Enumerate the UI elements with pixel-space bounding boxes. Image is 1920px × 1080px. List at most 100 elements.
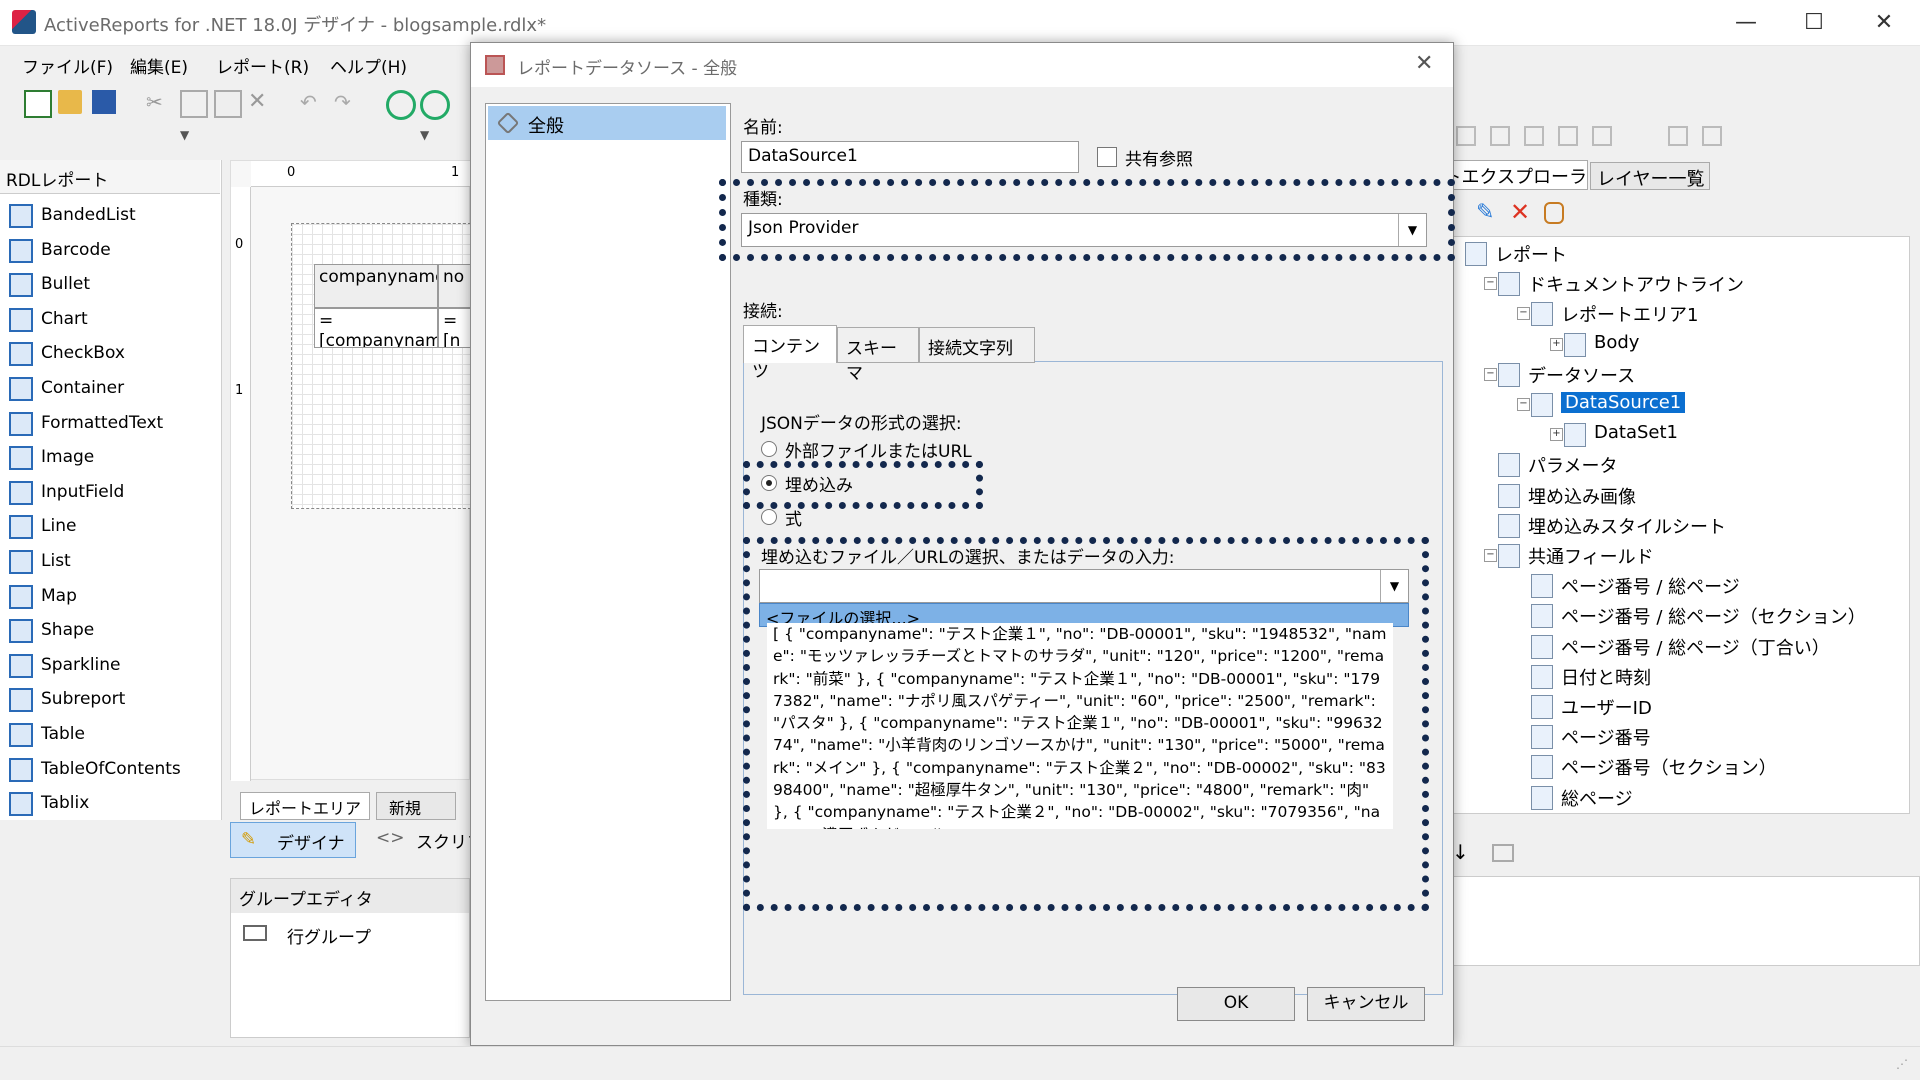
collapse-icon[interactable]: − (1517, 307, 1530, 321)
properties-icon[interactable] (1492, 844, 1514, 862)
toolbox-header: RDLレポート (0, 160, 220, 194)
toolbox-item-bandedlist[interactable]: BandedList (0, 198, 220, 232)
align-icon[interactable] (1456, 126, 1476, 146)
copy-icon[interactable] (180, 90, 208, 118)
menu-edit[interactable]: 編集(E) (130, 53, 188, 78)
undo-icon[interactable]: ↶ (300, 90, 324, 114)
toolbox-item-label: Barcode (41, 239, 111, 260)
tab-new-section[interactable]: 新規 (376, 792, 456, 820)
json-data-textarea[interactable]: [ { "companyname": "テスト企業１", "no": "DB-0… (767, 623, 1393, 829)
toolbox-item-image[interactable]: Image (0, 440, 220, 474)
tab-report-explorer[interactable]: レポートエクスプローラ (1452, 160, 1588, 190)
delete-icon[interactable]: ✕ (1510, 198, 1530, 226)
align-icon[interactable] (1490, 126, 1510, 146)
paste-icon[interactable] (214, 90, 242, 118)
toolbox-item-label: Subreport (41, 689, 126, 710)
close-window-button[interactable]: ✕ (1864, 8, 1904, 38)
toolbox-item-bullet[interactable]: Bullet (0, 267, 220, 301)
edit-icon[interactable]: ✎ (1476, 200, 1494, 225)
toolbox-item-subreport[interactable]: Subreport (0, 682, 220, 716)
toolbox-item-barcode[interactable]: Barcode (0, 233, 220, 267)
expand-icon[interactable]: + (1550, 337, 1563, 351)
report-body[interactable]: companyname no =[companyname] =[n (291, 223, 478, 509)
toolbox-item-sparkline[interactable]: Sparkline (0, 648, 220, 682)
toolbox-item-tablix[interactable]: Tablix (0, 786, 220, 820)
dialog-title-bar: レポートデータソース - 全般 ✕ (471, 43, 1453, 87)
toolbox-item-tableofcontents[interactable]: TableOfContents (0, 752, 220, 786)
zoom-out-icon[interactable] (420, 90, 450, 120)
menu-help[interactable]: ヘルプ(H) (330, 53, 407, 78)
name-field[interactable]: DataSource1 (741, 141, 1079, 173)
collapse-icon[interactable]: − (1484, 277, 1497, 291)
ok-button[interactable]: OK (1177, 987, 1295, 1021)
new-icon[interactable] (24, 90, 52, 118)
tree-node-icon (1531, 393, 1553, 417)
tab-designer[interactable]: ✎ デザイナ (230, 822, 356, 858)
collapse-icon[interactable]: − (1484, 367, 1497, 381)
toolbox-item-line[interactable]: Line (0, 509, 220, 543)
delete-icon[interactable]: ✕ (248, 90, 272, 114)
tree-node-label: Body (1594, 331, 1640, 353)
size-dropdown-chevron-icon[interactable]: ▼ (420, 128, 429, 142)
type-dropdown[interactable]: Json Provider ▼ (741, 213, 1427, 247)
row-group-label[interactable]: 行グループ (287, 923, 371, 948)
font-dropdown-chevron-icon[interactable]: ▼ (180, 128, 189, 142)
align-icon[interactable] (1524, 126, 1544, 146)
tab-layer-list[interactable]: レイヤー一覧 (1590, 162, 1710, 190)
tab-script[interactable]: スクリプト (416, 828, 470, 853)
collapse-icon[interactable]: − (1484, 549, 1497, 562)
cancel-button[interactable]: キャンセル (1307, 987, 1425, 1021)
cut-icon[interactable]: ✂ (146, 90, 170, 114)
toolbox-item-table[interactable]: Table (0, 717, 220, 751)
redo-icon[interactable]: ↷ (334, 90, 358, 114)
toolbox-item-shape[interactable]: Shape (0, 613, 220, 647)
maximize-button[interactable]: ☐ (1794, 8, 1834, 38)
sort-icon[interactable]: ↓ (1452, 840, 1469, 864)
toolbox-item-label: List (41, 551, 71, 571)
name-label: 名前: (743, 118, 783, 138)
toolbox-item-checkbox[interactable]: CheckBox (0, 336, 220, 370)
menu-file[interactable]: ファイル(F) (22, 53, 113, 78)
dialog-nav-list: 全般 (485, 103, 731, 1001)
tab-contents[interactable]: コンテンツ (743, 325, 837, 382)
file-url-combobox[interactable]: ▼ (759, 569, 1409, 603)
zoom-in-icon[interactable] (386, 90, 416, 120)
radio-external-file[interactable] (761, 441, 777, 457)
toolbox-item-container[interactable]: Container (0, 371, 220, 405)
table-detail-cell[interactable]: =[companyname] (314, 308, 438, 348)
designer-surface[interactable]: 0 1 0 1 companyname no =[companyname] =[… (230, 160, 478, 781)
radio-embedded[interactable] (761, 475, 777, 491)
align-icon[interactable] (1668, 126, 1688, 146)
table-header-cell[interactable]: companyname (314, 264, 438, 308)
tab-connection-string[interactable]: 接続文字列 (919, 327, 1035, 363)
vertical-ruler: 0 1 (231, 187, 251, 781)
toolbox-item-label: Tablix (41, 793, 90, 814)
shared-ref-checkbox[interactable] (1097, 147, 1117, 167)
collapse-icon[interactable]: − (1517, 398, 1530, 411)
nav-item-general[interactable]: 全般 (488, 106, 726, 140)
align-icon[interactable] (1592, 126, 1612, 146)
dialog-close-button[interactable]: ✕ (1415, 51, 1433, 76)
align-icon[interactable] (1558, 126, 1578, 146)
resize-grip-icon[interactable]: ⋰ (1896, 1057, 1908, 1071)
radio-expression[interactable] (761, 509, 777, 525)
subreport-icon (9, 688, 33, 713)
menu-report[interactable]: レポート(R) (216, 53, 309, 78)
tree-node-icon (1465, 242, 1487, 266)
toolbox-item-inputfield[interactable]: InputField (0, 475, 220, 509)
nav-general-label: 全般 (528, 116, 564, 137)
expand-icon[interactable]: + (1550, 428, 1563, 442)
window-title: ActiveReports for .NET 18.0J デザイナ - blog… (44, 15, 547, 36)
toolbox-item-list[interactable]: List (0, 544, 220, 578)
tab-report-area-1[interactable]: レポートエリア1 (240, 792, 370, 838)
save-icon[interactable] (92, 90, 116, 114)
align-icon[interactable] (1702, 126, 1722, 146)
tab-schema[interactable]: スキーマ (837, 327, 919, 384)
toolbox-item-chart[interactable]: Chart (0, 302, 220, 336)
toolbox-item-map[interactable]: Map (0, 579, 220, 613)
open-folder-icon[interactable] (58, 90, 82, 114)
toolbox-item-formattedtext[interactable]: FormattedText (0, 406, 220, 440)
tree-node-icon (1531, 634, 1553, 659)
database-icon[interactable] (1544, 202, 1564, 224)
minimize-button[interactable]: — (1726, 8, 1766, 38)
